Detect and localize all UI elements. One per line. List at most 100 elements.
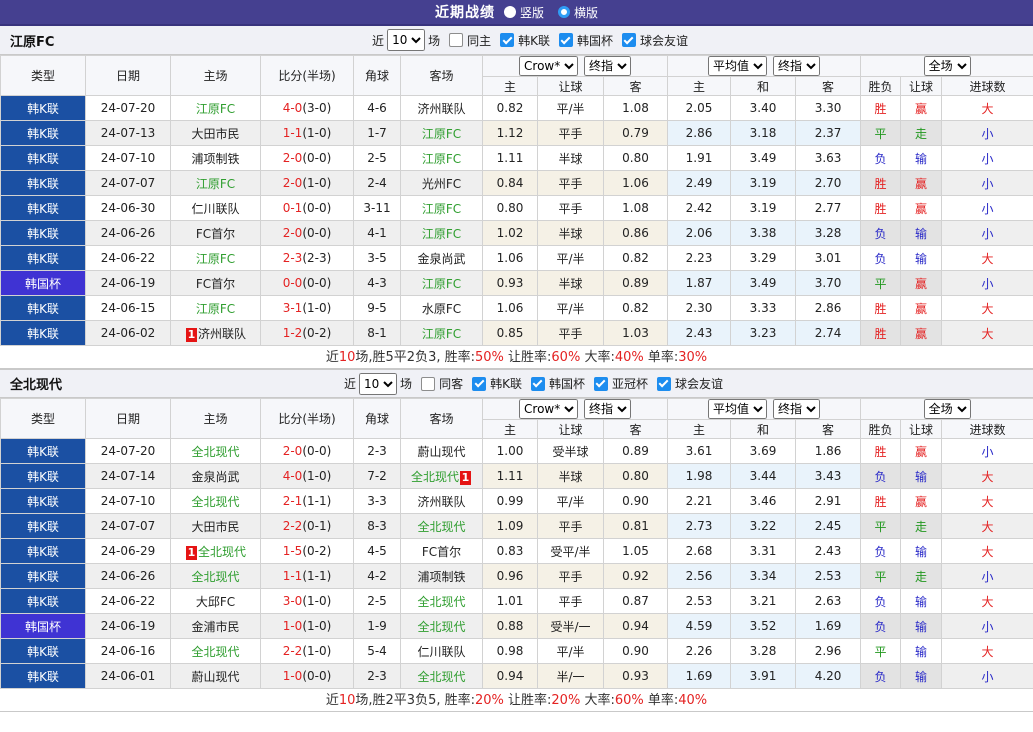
result-text: 负: [875, 227, 887, 241]
result-cell: 走: [901, 564, 942, 589]
average-odds-cell: 4.59: [668, 614, 731, 639]
halftime-score: (0-0): [302, 151, 331, 165]
match-row: 韩K联24-06-15江原FC3-1(1-0)9-5水原FC1.06平/半0.8…: [1, 296, 1033, 321]
result-cell: 负: [861, 246, 901, 271]
score-cell: 1-1(1-1): [261, 564, 354, 589]
away-team-name: 浦项制铁: [417, 570, 465, 584]
match-date: 24-06-22: [86, 589, 171, 614]
competition-checkbox[interactable]: [531, 377, 545, 391]
handicap-odds-cell: 平/半: [538, 96, 604, 121]
odds-source-select[interactable]: 平均值: [708, 399, 767, 419]
odds-source-select[interactable]: Crow*: [519, 56, 578, 76]
same-venue-checkbox[interactable]: [449, 33, 463, 47]
result-cell: 小: [942, 271, 1033, 296]
average-odds-cell: 3.69: [731, 439, 796, 464]
odds-source-select[interactable]: 平均值: [708, 56, 767, 76]
result-text: 胜: [875, 327, 887, 341]
competition-type-badge: 韩K联: [1, 539, 86, 564]
table-header: 类型日期主场比分(半场)角球客场Crow*终指平均值终指全场主让球客主和客胜负让…: [1, 399, 1033, 439]
result-cell: 赢: [901, 439, 942, 464]
score-cell: 4-0(3-0): [261, 96, 354, 121]
summary-part: 场,胜5平2负3, 胜率:: [355, 350, 475, 365]
away-team-name: 江原FC: [422, 152, 461, 166]
odds-source-select[interactable]: Crow*: [519, 399, 578, 419]
summary-part: 20%: [475, 693, 504, 708]
result-text: 平: [875, 277, 887, 291]
competition-checkbox[interactable]: [559, 33, 573, 47]
average-odds-cell: 3.28: [731, 639, 796, 664]
odds-source-select[interactable]: 全场: [924, 399, 971, 419]
same-venue-checkbox[interactable]: [421, 377, 435, 391]
handicap-odds-cell: 0.89: [604, 271, 668, 296]
team-section: 全北现代近10场同客韩K联韩国杯亚冠杯球会友谊类型日期主场比分(半场)角球客场C…: [0, 369, 1033, 712]
result-cell: 大: [942, 464, 1033, 489]
result-cell: 大: [942, 639, 1033, 664]
handicap-odds-cell: 0.88: [483, 614, 538, 639]
match-count-select[interactable]: 10: [359, 373, 397, 395]
away-team-name: 仁川联队: [417, 645, 465, 659]
corners-cell: 3-5: [354, 246, 401, 271]
average-odds-cell: 2.30: [668, 296, 731, 321]
column-header: 类型: [1, 399, 86, 439]
handicap-odds-cell: 1.02: [483, 221, 538, 246]
competition-checkbox[interactable]: [472, 377, 486, 391]
handicap-odds-cell: 平手: [538, 121, 604, 146]
average-odds-cell: 2.86: [668, 121, 731, 146]
match-date: 24-06-19: [86, 271, 171, 296]
score-cell: 2-3(2-3): [261, 246, 354, 271]
competition-checkbox[interactable]: [500, 33, 514, 47]
handicap-odds-cell: 0.84: [483, 171, 538, 196]
handicap-odds-cell: 0.96: [483, 564, 538, 589]
result-text: 输: [915, 470, 927, 484]
competition-checkbox[interactable]: [622, 33, 636, 47]
result-text: 平: [875, 127, 887, 141]
odds-source-select[interactable]: 终指: [773, 56, 820, 76]
away-team: 全北现代: [401, 514, 483, 539]
result-cell: 负: [861, 221, 901, 246]
fulltime-score: 2-0: [283, 176, 303, 190]
odds-source-select[interactable]: 终指: [584, 399, 631, 419]
competition-checkbox[interactable]: [657, 377, 671, 391]
handicap-odds-cell: 1.06: [483, 296, 538, 321]
average-odds-cell: 2.86: [796, 296, 861, 321]
result-cell: 赢: [901, 321, 942, 346]
odds-group-header: 平均值终指: [668, 399, 861, 420]
handicap-odds-cell: 1.08: [604, 196, 668, 221]
odds-group-header: Crow* 终指: [483, 56, 668, 77]
average-odds-cell: 3.31: [731, 539, 796, 564]
result-cell: 大: [942, 246, 1033, 271]
competition-checkbox[interactable]: [594, 377, 608, 391]
match-row: 韩K联24-06-291全北现代1-5(0-2)4-5FC首尔0.83受平/半1…: [1, 539, 1033, 564]
handicap-odds-cell: 0.81: [604, 514, 668, 539]
radio-horizontal-layout[interactable]: 横版: [558, 4, 598, 21]
match-date: 24-06-26: [86, 221, 171, 246]
radio-button-icon[interactable]: [504, 6, 516, 18]
result-text: 输: [915, 670, 927, 684]
corners-cell: 1-7: [354, 121, 401, 146]
handicap-odds-cell: 0.80: [483, 196, 538, 221]
corners-cell: 2-5: [354, 589, 401, 614]
halftime-score: (1-0): [302, 176, 331, 190]
same-venue-label: 同客: [439, 375, 463, 392]
handicap-odds-cell: 1.05: [604, 539, 668, 564]
competition-type-badge: 韩K联: [1, 439, 86, 464]
result-text: 小: [982, 127, 994, 141]
average-odds-cell: 2.68: [668, 539, 731, 564]
odds-source-select[interactable]: 终指: [773, 399, 820, 419]
home-team: 江原FC: [171, 246, 261, 271]
result-cell: 胜: [861, 321, 901, 346]
average-odds-cell: 2.56: [668, 564, 731, 589]
odds-source-select[interactable]: 全场: [924, 56, 971, 76]
result-cell: 赢: [901, 489, 942, 514]
radio-button-icon[interactable]: [558, 6, 570, 18]
result-text: 大: [982, 327, 994, 341]
radio-vertical-label: 竖版: [520, 4, 544, 21]
score-cell: 1-1(1-0): [261, 121, 354, 146]
odds-source-select[interactable]: 终指: [584, 56, 631, 76]
match-count-select[interactable]: 10: [387, 29, 425, 51]
match-row: 韩K联24-06-01蔚山现代1-0(0-0)2-3全北现代0.94半/一0.9…: [1, 664, 1033, 689]
radio-vertical-layout[interactable]: 竖版: [504, 4, 544, 21]
odds-group-header: 全场: [861, 399, 1033, 420]
competition-type-badge: 韩K联: [1, 146, 86, 171]
summary-part: 30%: [678, 350, 707, 365]
